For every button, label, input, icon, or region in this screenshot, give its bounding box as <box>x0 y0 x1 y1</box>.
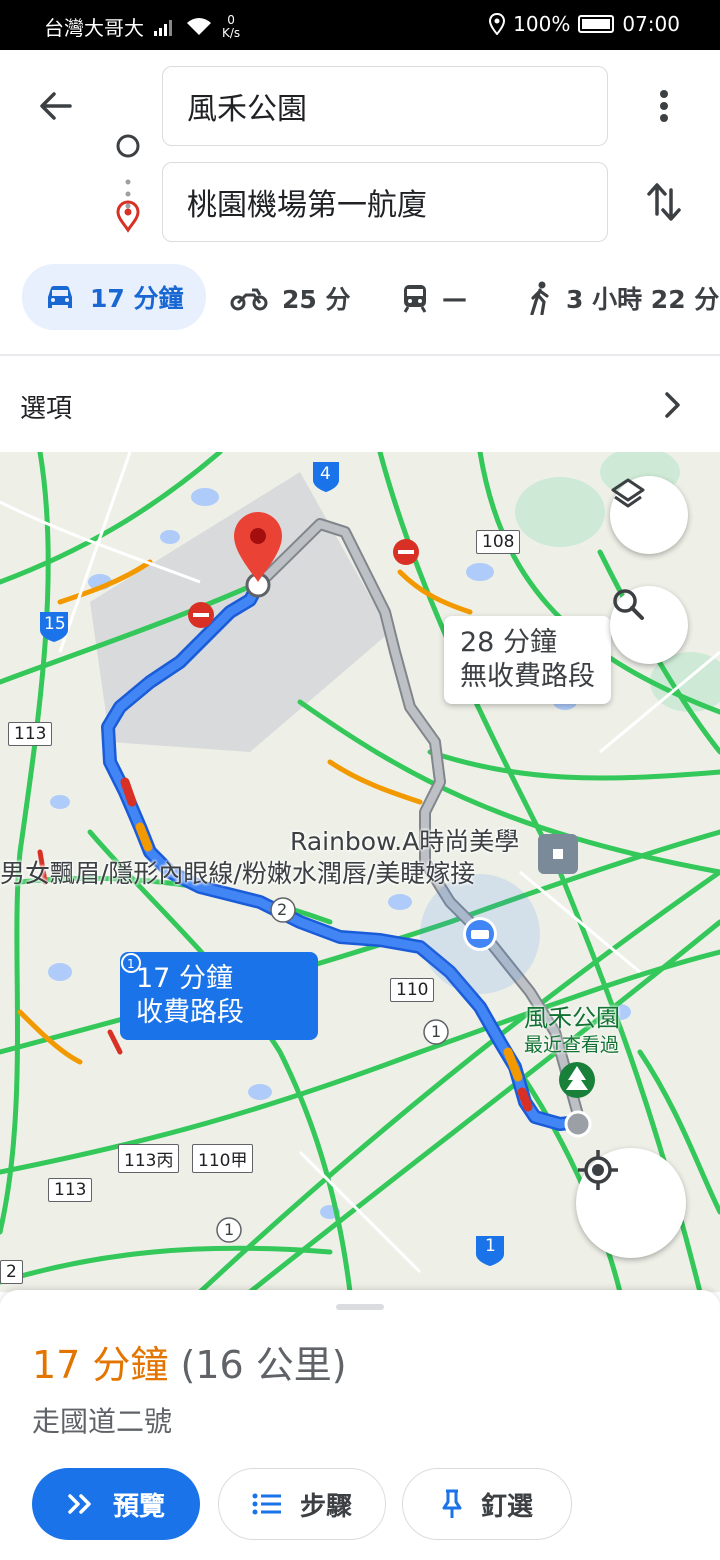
alt-route-callout[interactable]: 28 分鐘 無收費路段 <box>444 616 611 704</box>
eta-summary: 17 分鐘 (16 公里) <box>32 1343 347 1387</box>
road-shield-110: 110 <box>390 978 435 1002</box>
map-view[interactable]: 4 108 15 113 110 113丙 110甲 113 2 1 1 2 1… <box>0 452 720 1292</box>
pin-button[interactable]: 釘選 <box>402 1468 572 1540</box>
tab-driving[interactable]: 17 分鐘 <box>22 264 206 330</box>
highway-shield-2: 2 <box>277 900 288 919</box>
transit-icon <box>403 285 427 313</box>
options-label: 選項 <box>20 394 73 424</box>
my-location-icon <box>578 1150 618 1190</box>
clock: 07:00 <box>622 12 680 36</box>
layers-button[interactable] <box>610 476 688 554</box>
more-options-icon[interactable] <box>648 86 680 126</box>
route-summary-sheet[interactable]: 17 分鐘 (16 公里) 走國道二號 預覽 步驟 釘選 <box>0 1290 720 1560</box>
poi-name[interactable]: Rainbow.A時尚美學 <box>290 822 519 858</box>
road-shield-113c: 113丙 <box>118 1144 180 1173</box>
search-button[interactable] <box>610 586 688 664</box>
back-arrow-icon[interactable] <box>36 86 76 126</box>
my-location-button[interactable] <box>576 1148 686 1258</box>
route-via: 走國道二號 <box>32 1405 173 1438</box>
walk-icon <box>530 281 549 315</box>
preview-button[interactable]: 預覽 <box>32 1468 200 1540</box>
road-shield-113-south: 113 <box>48 1178 93 1202</box>
park-name[interactable]: 風禾公園 <box>524 998 620 1033</box>
network-speed: 0 K/s <box>222 12 241 40</box>
route-endpoints-icon <box>116 134 140 233</box>
search-icon <box>613 589 644 620</box>
route-shield-15: 15 <box>44 614 66 634</box>
tab-motorcycle[interactable]: 25 分 <box>230 266 351 330</box>
battery-icon <box>578 15 615 33</box>
destination-input[interactable]: 桃園機場第一航廈 <box>162 162 608 242</box>
signal-icon <box>154 19 172 36</box>
route-shield-1: 1 <box>485 1236 496 1256</box>
double-chevron-icon <box>68 1494 91 1514</box>
motorcycle-icon <box>230 288 268 311</box>
pin-icon <box>442 1489 462 1518</box>
status-bar: 台灣大哥大 0 K/s 100% 07:00 <box>0 0 720 50</box>
park-recent-label: 最近查看過 <box>524 1034 620 1056</box>
tab-transit[interactable]: — <box>402 266 467 330</box>
tab-walking[interactable]: 3 小時 22 分 <box>528 266 719 330</box>
car-icon <box>48 286 72 308</box>
location-icon <box>489 13 506 35</box>
road-shield-2-edge: 2 <box>0 1260 23 1284</box>
directions-header: 風禾公園 桃園機場第一航廈 17 分鐘 25 分 — 3 小時 22 分 <box>0 50 720 356</box>
carrier-label: 台灣大哥大 <box>44 16 144 40</box>
highway-shield-1: 1 <box>431 1022 442 1041</box>
road-shield-108: 108 <box>476 530 521 554</box>
layers-icon <box>611 478 645 508</box>
options-row[interactable]: 選項 <box>0 356 720 452</box>
battery-percent: 100% <box>513 12 571 36</box>
travel-mode-tabs: 17 分鐘 25 分 — 3 小時 22 分 <box>0 264 720 334</box>
steps-button[interactable]: 步驟 <box>218 1468 386 1540</box>
road-shield-113: 113 <box>8 722 53 746</box>
swap-icon[interactable] <box>644 180 684 224</box>
list-icon <box>252 1493 281 1515</box>
poi-description: 男女飄眉/隱形內眼線/粉嫩水潤唇/美睫嫁接 <box>0 859 476 888</box>
chevron-right-icon <box>665 392 680 418</box>
highway-shield-1-south: 1 <box>224 1220 235 1239</box>
svg-text:1: 1 <box>127 957 135 971</box>
route-shield-4: 4 <box>320 464 331 484</box>
origin-input[interactable]: 風禾公園 <box>162 66 608 146</box>
toll-info-icon: 1 <box>121 953 141 973</box>
wifi-icon <box>187 17 211 35</box>
main-route-callout[interactable]: 17 分鐘 收費路段 1 <box>120 952 318 1040</box>
road-shield-110a: 110甲 <box>192 1144 254 1173</box>
drag-handle[interactable] <box>336 1304 384 1310</box>
